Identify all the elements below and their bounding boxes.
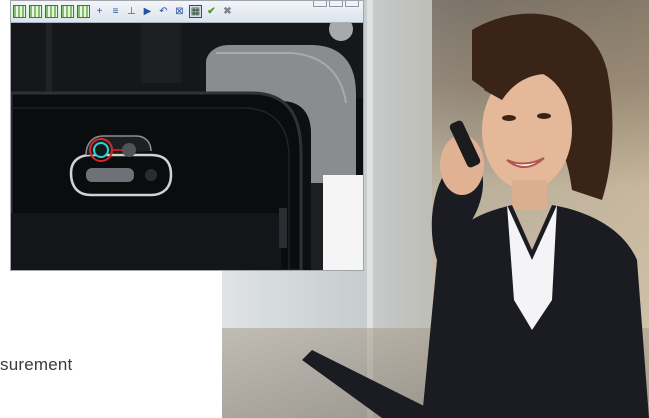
grid-tool-2-icon[interactable] — [29, 5, 42, 18]
maximize-icon[interactable] — [329, 1, 343, 7]
grid-tool-4-icon[interactable] — [61, 5, 74, 18]
accept-icon[interactable]: ✔ — [205, 5, 218, 18]
crosshair-icon[interactable]: + — [93, 5, 106, 18]
camera-image-view[interactable] — [11, 23, 363, 271]
inspection-software-window: + ≡ ⊥ ▶ ↶ ⊠ ▦ ✔ ✖ — [10, 0, 364, 271]
grid-tool-3-icon[interactable] — [45, 5, 58, 18]
minimize-icon[interactable] — [313, 1, 327, 7]
caption-text: surement — [0, 355, 73, 374]
reject-icon[interactable]: ✖ — [221, 5, 234, 18]
toolbar: + ≡ ⊥ ▶ ↶ ⊠ ▦ ✔ ✖ — [11, 1, 363, 23]
fit-icon[interactable]: ⊠ — [173, 5, 186, 18]
close-icon[interactable] — [345, 1, 359, 7]
rotate-icon[interactable]: ↶ — [157, 5, 170, 18]
pointer-icon[interactable]: ▶ — [141, 5, 154, 18]
window-controls — [313, 1, 359, 7]
grid-tool-1-icon[interactable] — [13, 5, 26, 18]
measure-icon[interactable]: ⊥ — [125, 5, 138, 18]
region-select-icon[interactable]: ▦ — [189, 5, 202, 18]
layers-icon[interactable]: ≡ — [109, 5, 122, 18]
grid-tool-5-icon[interactable] — [77, 5, 90, 18]
